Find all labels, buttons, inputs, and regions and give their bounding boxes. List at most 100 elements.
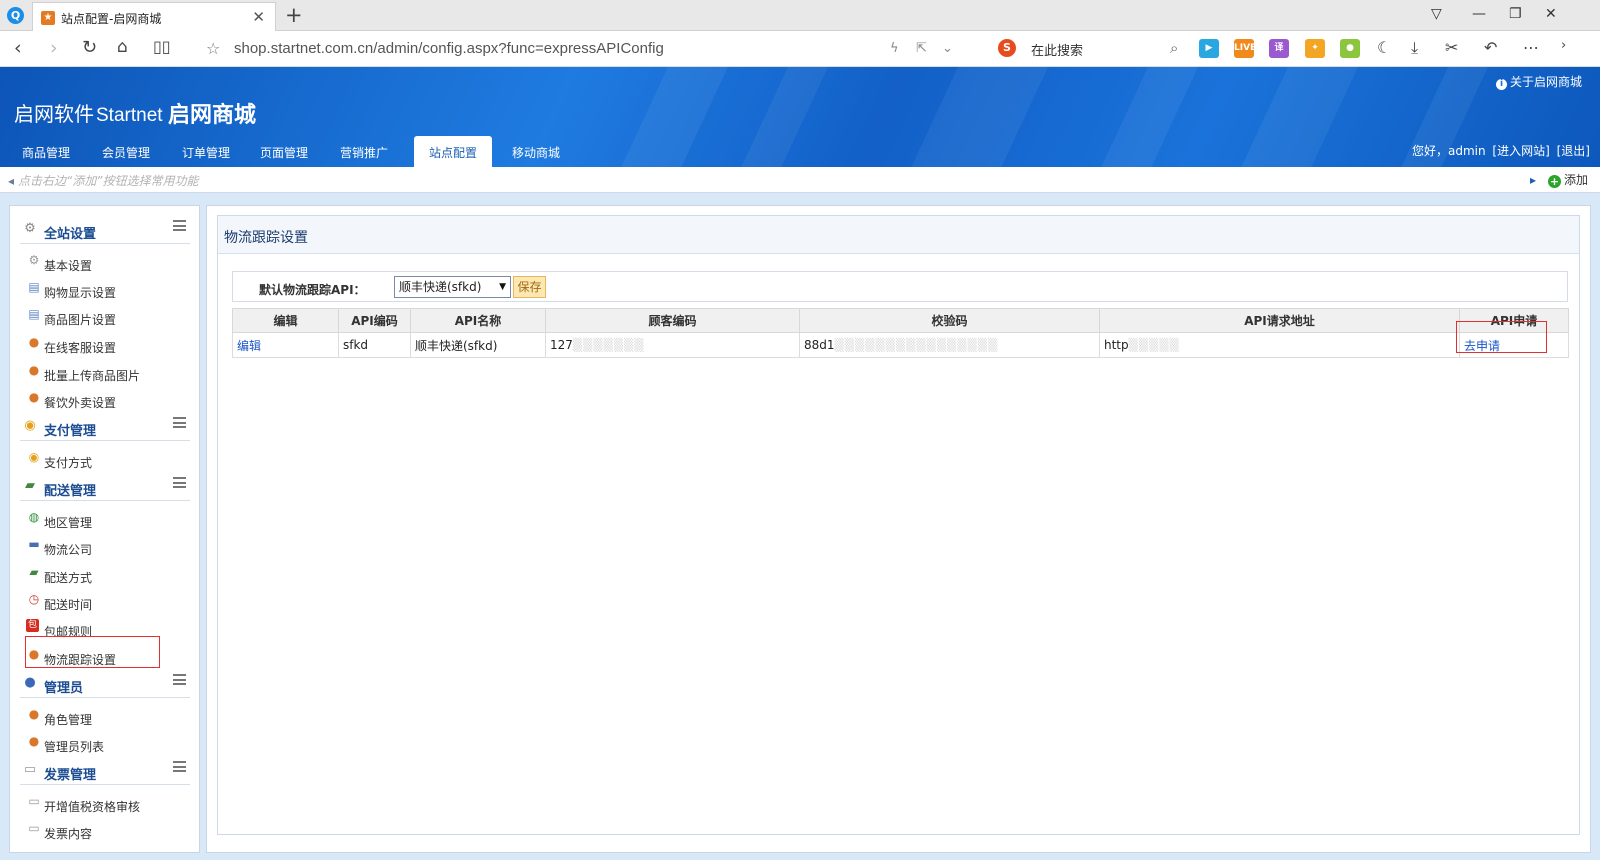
sidebar-item-regions[interactable]: ◍ 地区管理: [26, 507, 176, 533]
new-tab-icon[interactable]: +: [285, 3, 303, 27]
sidebar-item-label: 发票内容: [44, 827, 93, 841]
about-link[interactable]: i 关于启网商城: [1495, 73, 1582, 90]
sidebar-item-shopping-display[interactable]: ▤ 购物显示设置: [26, 277, 176, 303]
sidebar-item-batch-upload[interactable]: ● 批量上传商品图片: [26, 360, 176, 386]
nav-item-site-config[interactable]: 站点配置: [414, 136, 492, 167]
sidebar-section-payment[interactable]: ◉ 支付管理: [20, 411, 190, 441]
globe-icon: ◍: [28, 510, 40, 524]
sidebar-item-roles[interactable]: ● 角色管理: [26, 704, 176, 730]
live-ext-icon[interactable]: LIVE: [1234, 39, 1256, 58]
restore-icon[interactable]: ❐: [1509, 6, 1522, 22]
sidebar-section-admin[interactable]: ● 管理员: [20, 668, 190, 698]
customer-code-text: 127: [550, 338, 573, 352]
search-input[interactable]: 在此搜索: [1031, 40, 1083, 59]
sidebar-item-label: 地区管理: [44, 516, 93, 530]
more-icon[interactable]: ⋯: [1523, 38, 1539, 57]
game-ext-icon[interactable]: ✦: [1305, 39, 1325, 58]
col-header-api-name: API名称: [410, 308, 546, 333]
collapse-icon[interactable]: [173, 417, 186, 428]
sidebar-item-label: 在线客服设置: [44, 341, 117, 355]
sidebar-item-delivery-methods[interactable]: ▰ 配送方式: [26, 562, 176, 588]
close-window-icon[interactable]: ✕: [1545, 6, 1557, 22]
nav-item-members[interactable]: 会员管理: [90, 136, 162, 167]
nav-item-marketing[interactable]: 营销推广: [328, 136, 400, 167]
left-arrow-icon[interactable]: ◂: [8, 174, 14, 188]
lightning-icon[interactable]: ϟ: [890, 41, 899, 56]
sidebar-item-logistics-tracking[interactable]: ● 物流跟踪设置: [26, 644, 176, 670]
reader-icon[interactable]: ▯▯: [153, 37, 171, 56]
sidebar-item-label: 基本设置: [44, 259, 93, 273]
sidebar-item-catering[interactable]: ● 餐饮外卖设置: [26, 387, 176, 413]
collapse-icon[interactable]: [173, 674, 186, 685]
page-title: 物流跟踪设置: [224, 230, 308, 246]
sidebar-section-invoice[interactable]: ▭ 发票管理: [20, 755, 190, 785]
apply-link[interactable]: 去申请: [1459, 332, 1569, 358]
search-engine-icon[interactable]: S: [998, 39, 1016, 57]
sidebar-item-free-shipping[interactable]: 包包邮规则: [26, 616, 176, 642]
ext-green-icon[interactable]: ●: [1340, 39, 1360, 58]
sidebar-item-product-images[interactable]: ▤ 商品图片设置: [26, 304, 176, 330]
edit-link[interactable]: 编辑: [232, 332, 339, 358]
col-header-request-url: API请求地址: [1099, 308, 1460, 333]
section-title: 发票管理: [44, 768, 97, 783]
translate-ext-icon[interactable]: 译: [1269, 39, 1289, 58]
sidebar-item-label: 开增值税资格审核: [44, 800, 141, 814]
browser-logo-icon[interactable]: Q: [7, 7, 24, 24]
workspace: ⚙ 全站设置 ⚙ 基本设置 ▤ 购物显示设置 ▤ 商品图片设置 ● 在线客服设置 ● 批量…: [0, 193, 1600, 860]
add-icon[interactable]: +: [1547, 175, 1561, 188]
logout-link[interactable]: [退出]: [1557, 144, 1590, 158]
right-arrow-icon[interactable]: ▸: [1530, 173, 1536, 187]
check-code-text: 88d1: [804, 338, 835, 352]
users-icon: ●: [28, 707, 40, 721]
info-icon: i: [1495, 79, 1507, 90]
sidebar-toggle-icon[interactable]: ›: [1561, 38, 1566, 53]
sidebar-item-delivery-time[interactable]: ◷ 配送时间: [26, 589, 176, 615]
enter-site-link[interactable]: [进入网站]: [1492, 144, 1549, 158]
default-api-select[interactable]: 顺丰快递(sfkd) ▼: [394, 276, 511, 298]
sidebar-item-online-service[interactable]: ● 在线客服设置: [26, 332, 176, 358]
sidebar-item-logistics-companies[interactable]: ▬ 物流公司: [26, 534, 176, 560]
download-icon[interactable]: ⤓: [1411, 38, 1418, 58]
nav-item-pages[interactable]: 页面管理: [248, 136, 320, 167]
nav-item-products[interactable]: 商品管理: [10, 136, 82, 167]
truck-icon: ▰: [25, 478, 35, 493]
sidebar-section-site-settings[interactable]: ⚙ 全站设置: [20, 214, 190, 244]
api-table: 编辑 API编码 API名称 顾客编码 校验码 API请求地址 API申请 编辑…: [232, 308, 1569, 358]
tab-close-icon[interactable]: ✕: [252, 8, 265, 26]
nav-item-orders[interactable]: 订单管理: [170, 136, 242, 167]
nav-item-mobile[interactable]: 移动商城: [498, 136, 574, 167]
users-icon: ●: [28, 734, 40, 748]
undo-icon[interactable]: ↶: [1484, 38, 1497, 57]
video-ext-icon[interactable]: ▶: [1199, 39, 1219, 58]
save-button[interactable]: 保存: [513, 276, 546, 298]
reload-icon[interactable]: ↻: [82, 37, 97, 58]
night-mode-icon[interactable]: ☾: [1377, 38, 1391, 57]
collapse-icon[interactable]: [173, 477, 186, 488]
share-icon[interactable]: ⇱: [916, 41, 927, 56]
gear-icon: ⚙: [28, 253, 40, 267]
add-button[interactable]: 添加: [1564, 173, 1588, 187]
shirt-skin-icon[interactable]: ▽: [1431, 6, 1442, 22]
bookmark-star-icon[interactable]: ☆: [206, 39, 220, 58]
cell-customer-code: 127▒▒▒▒▒▒▒: [545, 332, 800, 358]
home-icon[interactable]: ⌂: [117, 37, 128, 57]
sidebar-section-delivery[interactable]: ▰ 配送管理: [20, 471, 190, 501]
back-icon[interactable]: ‹: [14, 37, 22, 59]
forward-icon[interactable]: ›: [50, 37, 58, 59]
sidebar-item-payment-methods[interactable]: ◉ 支付方式: [26, 447, 176, 473]
browser-tab[interactable]: ★ 站点配置-启网商城 ✕: [32, 2, 276, 31]
user-area: 您好，admin [进入网站] [退出]: [1409, 142, 1590, 159]
minimize-icon[interactable]: —: [1472, 6, 1486, 22]
sidebar-item-basic-settings[interactable]: ⚙ 基本设置: [26, 250, 176, 276]
url-field[interactable]: shop.startnet.com.cn/admin/config.aspx?f…: [234, 40, 664, 57]
collapse-icon[interactable]: [173, 220, 186, 231]
collapse-icon[interactable]: [173, 761, 186, 772]
dropdown-arrow-icon[interactable]: ⌄: [942, 41, 953, 56]
sidebar-item-admin-list[interactable]: ● 管理员列表: [26, 731, 176, 757]
sidebar-item-invoice-content[interactable]: ▭ 发票内容: [26, 818, 176, 844]
user-icon: ●: [24, 675, 36, 690]
sidebar-item-vat-review[interactable]: ▭ 开增值税资格审核: [26, 791, 176, 817]
search-icon[interactable]: ⌕: [1170, 39, 1178, 57]
gear-icon: ⚙: [24, 221, 36, 236]
cut-icon[interactable]: ✂: [1445, 38, 1458, 57]
